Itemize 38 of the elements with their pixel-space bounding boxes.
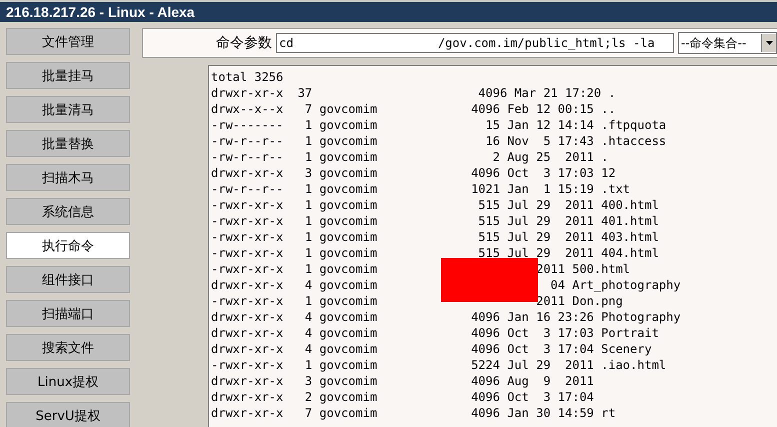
output-line: -rw------- 1 govcomim 15 Jan 12 14:14 .ftpquota [211,117,668,133]
sidebar-button[interactable]: 搜索文件 [6,334,130,361]
output-line: -rw-r--r-- 1 govcomim 1021 Jan 1 15:19 .txt [211,181,632,197]
sidebar-button[interactable]: 文件管理 [6,28,130,55]
output-line: drwxr-xr-x 2 govcomim 4096 Oct 3 17:04 [211,389,595,405]
sidebar-button[interactable]: 扫描木马 [6,164,130,191]
sidebar-button[interactable]: 执行命令 [6,232,130,259]
output-line: drwx--x--x 7 govcomim 4096 Feb 12 00:15 .. [211,101,617,117]
output-line: -rwxr-xr-x 1 govcomim 5224 Jul 29 2011 .iao.html [211,357,668,373]
command-preset-dropdown[interactable]: --命令集合-- [678,32,777,54]
output-line: -rwxr-xr-x 1 govcomim 2011 Don.png [211,293,624,309]
output-line: -rwxr-xr-x 1 govcomim 515 Jul 29 2011 403.html [211,229,660,245]
sidebar-button[interactable]: ServU提权 [6,402,130,427]
output-line: drwxr-xr-x 3 govcomim 4096 Oct 3 17:03 12 [211,165,617,181]
command-label: 命令参数 [216,34,272,52]
output-line: drwxr-xr-x 4 govcomim 4096 Oct 3 17:03 Portrait [211,325,660,341]
window-title: 216.18.217.26 - Linux - Alexa [0,2,777,22]
sidebar-button[interactable]: 组件接口 [6,266,130,293]
output-line: drwxr-xr-x 7 govcomim 4096 Jan 30 14:59 rt [211,405,617,421]
sidebar-button[interactable]: 系统信息 [6,198,130,225]
output-line: drwxr-xr-x 37 4096 Mar 21 17:20 . [211,85,617,101]
output-line: -rw-r--r-- 1 govcomim 2 Aug 25 2011 . [211,149,610,165]
sidebar-button[interactable]: 批量挂马 [6,62,130,89]
sidebar-button[interactable]: 批量替换 [6,130,130,157]
sidebar-button[interactable]: Linux提权 [6,368,130,395]
output-line: drwxr-xr-x 4 govcomim 4096 Oct 3 17:04 Scenery [211,341,653,357]
output-line: drwxr-xr-x 4 govcomim 4096 Jan 16 23:26 Photography [211,309,682,325]
output-line: -rwxr-xr-x 1 govcomim 2011 500.html [211,261,632,277]
output-line: drwxr-xr-x 3 govcomim 4096 Aug 9 2011 [211,373,595,389]
command-field[interactable]: cd /gov.com.im/public_html;ls -la [276,33,674,53]
output-line: -rwxr-xr-x 1 govcomim 515 Jul 29 2011 404.html [211,245,660,261]
output-line: total 3256 [211,69,284,85]
sidebar-button[interactable]: 扫描端口 [6,300,130,327]
sidebar-button[interactable]: 批量清马 [6,96,130,123]
output-line: -rwxr-xr-x 1 govcomim 515 Jul 29 2011 400.html [211,197,660,213]
output-line: -rwxr-xr-x 1 govcomim 515 Jul 29 2011 401.html [211,213,660,229]
output-line: drwxr-xr-x 4 govcomim 04 Art_photography [211,277,682,293]
output-line: -rw-r--r-- 1 govcomim 16 Nov 5 17:43 .htaccess [211,133,668,149]
